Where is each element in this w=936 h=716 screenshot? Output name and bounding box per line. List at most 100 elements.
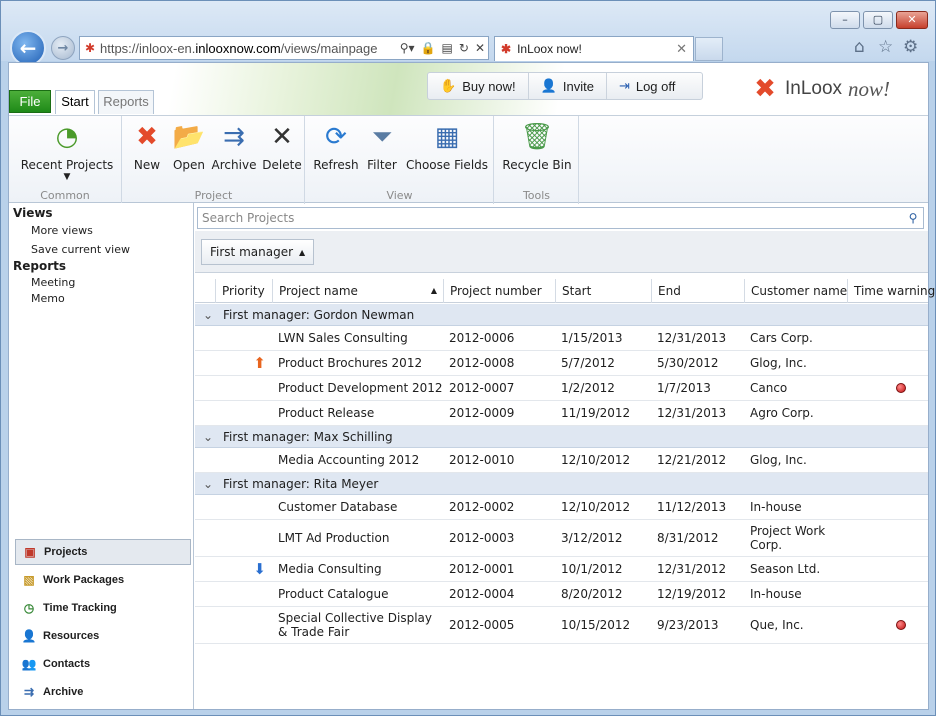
back-button[interactable]: ←: [10, 30, 46, 66]
stop-icon[interactable]: ✕: [472, 41, 488, 55]
col-start[interactable]: Start: [555, 279, 651, 303]
table-row[interactable]: Product Release 2012-0009 11/19/2012 12/31/…: [195, 401, 928, 426]
group-title: First manager: Max Schilling: [223, 430, 393, 444]
group-title: First manager: Rita Meyer: [223, 477, 379, 491]
table-row[interactable]: Product Development 2012 2012-0007 1/2/201…: [195, 376, 928, 401]
filter-button[interactable]: ⏷ Filter: [362, 120, 402, 172]
col-time-warning[interactable]: Time warning: [847, 279, 935, 303]
maximize-button[interactable]: ▢: [863, 11, 893, 29]
file-tab[interactable]: File: [9, 90, 51, 113]
nav-resources[interactable]: 👤 Resources: [15, 623, 191, 649]
new-tab-button[interactable]: [695, 37, 723, 61]
lock-icon[interactable]: 🔒: [418, 41, 439, 55]
url-text[interactable]: https://inloox-en.inlooxnow.com/views/ma…: [100, 41, 397, 56]
table-row[interactable]: Customer Database 2012-0002 12/10/2012 11/1…: [195, 495, 928, 520]
browser-tab[interactable]: ✱ InLoox now! ✕: [494, 36, 694, 61]
search-icon[interactable]: ⚲▾: [397, 41, 418, 55]
cell-end: 9/23/2013: [657, 618, 719, 632]
cell-end: 12/19/2012: [657, 587, 727, 601]
cell-customer: Season Ltd.: [750, 562, 821, 576]
cell-name: LWN Sales Consulting: [278, 331, 408, 345]
home-icon[interactable]: ⌂: [854, 37, 865, 57]
group-row[interactable]: ⌄ First manager: Rita Meyer: [195, 473, 928, 495]
refresh-icon: ⟳: [325, 122, 347, 152]
choose-fields-label: Choose Fields: [405, 158, 489, 172]
log-off-button[interactable]: ⇥ Log off: [607, 73, 687, 99]
table-row[interactable]: Special Collective Display & Trade Fair 2…: [195, 607, 928, 644]
group-by-bar: First manager ▲: [195, 231, 928, 273]
delete-project-button[interactable]: ✕ Delete: [261, 120, 303, 172]
group-row[interactable]: ⌄ First manager: Max Schilling: [195, 426, 928, 448]
table-row[interactable]: ⬆ Product Brochures 2012 2012-0008 5/7/2012…: [195, 351, 928, 376]
time-warning-cell: [847, 351, 928, 375]
col-customer-name[interactable]: Customer name: [744, 279, 847, 303]
refresh-button[interactable]: ⟳ Refresh: [312, 120, 360, 172]
time-warning-red-dot-icon: [896, 620, 906, 630]
minimize-button[interactable]: –: [830, 11, 860, 29]
more-views-link[interactable]: More views: [31, 224, 93, 237]
col-end[interactable]: End: [651, 279, 744, 303]
new-label: New: [133, 158, 161, 172]
invite-button[interactable]: 👤 Invite: [529, 73, 607, 99]
open-project-button[interactable]: 📂 Open: [169, 120, 209, 172]
favorites-star-icon[interactable]: ☆: [878, 37, 893, 57]
tab-close-icon[interactable]: ✕: [676, 41, 693, 57]
browser-window: – ▢ ✕ ← → ✱ https://inloox-en.inlooxnow.…: [0, 0, 936, 716]
save-current-view-link[interactable]: Save current view: [31, 243, 130, 256]
group-chip-first-manager[interactable]: First manager ▲: [201, 239, 315, 265]
table-row[interactable]: Media Accounting 2012 2012-0010 12/10/2012…: [195, 448, 928, 473]
search-projects-input[interactable]: Search Projects ⚲: [197, 207, 924, 229]
tab-favicon-icon: ✱: [501, 42, 512, 56]
cell-end: 11/12/2013: [657, 500, 727, 514]
cell-customer: Project Work Corp.: [750, 524, 826, 552]
cell-number: 2012-0005: [449, 618, 515, 632]
table-row[interactable]: Product Catalogue 2012-0004 8/20/2012 12/19…: [195, 582, 928, 607]
choose-fields-button[interactable]: ▦ Choose Fields: [404, 120, 490, 172]
gear-icon[interactable]: ⚙: [903, 37, 918, 57]
col-project-number[interactable]: Project number: [443, 279, 555, 303]
table-row[interactable]: LMT Ad Production 2012-0003 3/12/2012 8/31/…: [195, 520, 928, 557]
recent-projects-button[interactable]: ◔ Recent Projects ▼: [19, 120, 115, 182]
collapse-chevron-icon[interactable]: ⌄: [203, 473, 213, 495]
compat-icon[interactable]: ▤: [439, 41, 456, 55]
invite-label: Invite: [562, 78, 594, 94]
archive-project-button[interactable]: ⇉ Archive: [209, 120, 259, 172]
collapse-chevron-icon[interactable]: ⌄: [203, 304, 213, 326]
search-magnifier-icon[interactable]: ⚲: [903, 211, 923, 225]
table-row[interactable]: ⬇ Media Consulting 2012-0001 10/1/2012 12/31…: [195, 557, 928, 582]
col-project-name[interactable]: Project name ▲: [272, 279, 443, 303]
report-meeting-link[interactable]: Meeting: [31, 276, 75, 289]
tab-reports[interactable]: Reports: [98, 90, 154, 114]
forward-button[interactable]: →: [51, 36, 75, 60]
collapse-chevron-icon[interactable]: ⌄: [203, 426, 213, 448]
group-label-view: View: [386, 189, 413, 202]
cell-customer: Canco: [750, 381, 788, 395]
site-favicon-icon: ✱: [84, 41, 96, 55]
recycle-bin-button[interactable]: 🗑 Recycle Bin: [499, 120, 575, 172]
projects-icon: ▣: [24, 545, 36, 559]
table-row[interactable]: LWN Sales Consulting 2012-0006 1/15/2013 12…: [195, 326, 928, 351]
new-project-button[interactable]: ✖ New: [127, 120, 167, 172]
address-bar[interactable]: ✱ https://inloox-en.inlooxnow.com/views/…: [79, 36, 489, 60]
group-row[interactable]: ⌄ First manager: Gordon Newman: [195, 304, 928, 326]
tab-start[interactable]: Start: [55, 90, 95, 114]
nav-contacts[interactable]: 👥 Contacts: [15, 651, 191, 677]
recent-projects-label: Recent Projects: [20, 158, 114, 172]
nav-projects[interactable]: ▣ Projects: [15, 539, 191, 565]
close-window-button[interactable]: ✕: [896, 11, 928, 29]
time-warning-cell: [847, 326, 928, 350]
nav-work-packages[interactable]: ▧ Work Packages: [15, 567, 191, 593]
report-memo-link[interactable]: Memo: [31, 292, 65, 305]
views-header: Views: [13, 206, 53, 220]
buy-now-button[interactable]: ✋ Buy now!: [428, 73, 529, 99]
nav-time-tracking[interactable]: ◷ Time Tracking: [15, 595, 191, 621]
time-warning-cell: [847, 557, 928, 581]
cell-name: LMT Ad Production: [278, 531, 390, 545]
group-title: First manager: Gordon Newman: [223, 308, 415, 322]
nav-archive[interactable]: ⇉ Archive: [15, 679, 191, 705]
refresh-icon[interactable]: ↻: [456, 41, 472, 55]
col-priority[interactable]: Priority: [215, 279, 272, 303]
cell-name: Product Release: [278, 406, 375, 420]
time-warning-red-dot-icon: [896, 383, 906, 393]
nav-projects-label: Projects: [44, 546, 88, 558]
